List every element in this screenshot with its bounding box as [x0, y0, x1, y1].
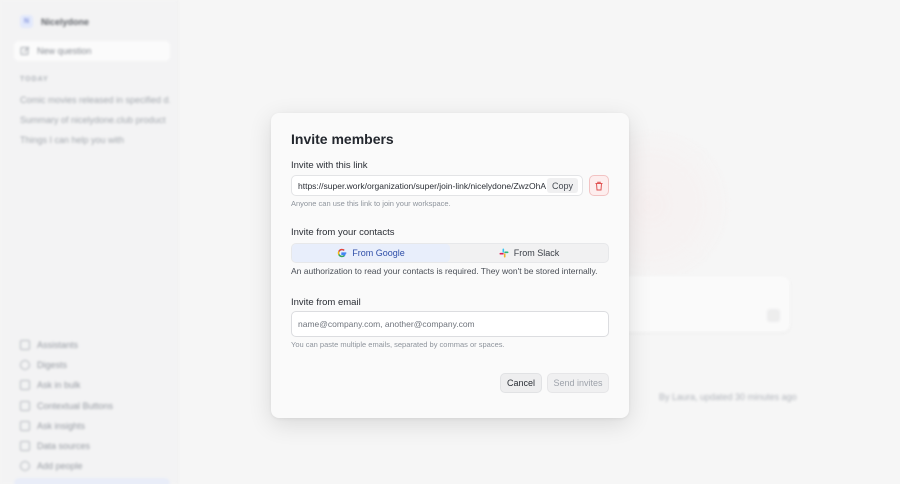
copy-link-button[interactable]: Copy [546, 178, 578, 193]
delete-link-button[interactable] [589, 175, 609, 196]
from-google-label: From Google [352, 248, 405, 258]
cancel-button[interactable]: Cancel [500, 373, 542, 393]
contacts-label: Invite from your contacts [291, 227, 395, 238]
contacts-note: An authorization to read your contacts i… [291, 266, 598, 276]
from-slack-label: From Slack [513, 248, 560, 258]
invite-link-url[interactable]: https://super.work/organization/super/jo… [298, 181, 546, 191]
contacts-source-selector: From Google From Slack [291, 243, 609, 263]
email-hint: You can paste multiple emails, separated… [291, 340, 505, 349]
invite-link-label: Invite with this link [291, 160, 368, 171]
email-input[interactable] [291, 311, 609, 337]
send-invites-button[interactable]: Send invites [547, 373, 609, 393]
invite-link-field[interactable]: https://super.work/organization/super/jo… [291, 175, 583, 196]
from-google-button[interactable]: From Google [292, 244, 450, 262]
slack-icon [499, 248, 509, 258]
email-label: Invite from email [291, 297, 361, 308]
dialog-title: Invite members [291, 131, 394, 147]
trash-icon [595, 181, 603, 190]
invite-link-hint: Anyone can use this link to join your wo… [291, 199, 451, 208]
from-slack-button[interactable]: From Slack [450, 244, 608, 262]
google-icon [338, 248, 347, 258]
invite-members-dialog: Invite members Invite with this link htt… [271, 113, 629, 418]
